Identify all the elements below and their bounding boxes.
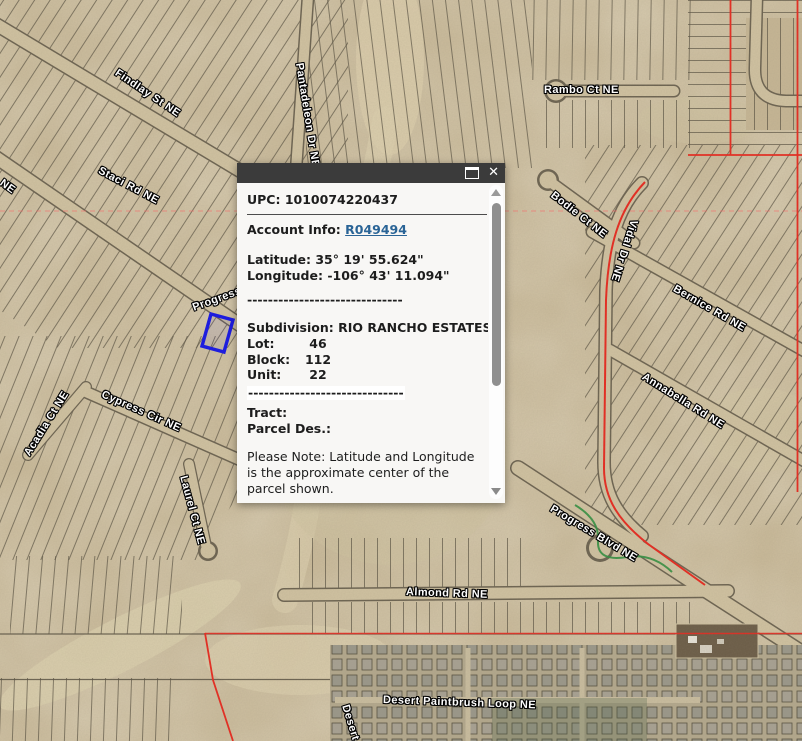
- account-info-link[interactable]: R049494: [345, 222, 407, 237]
- lot-row: Lot: 46: [247, 336, 484, 352]
- parcel-des-label: Parcel Des.:: [247, 420, 331, 436]
- parcel-des-row: Parcel Des.:: [247, 421, 484, 437]
- popup-body: UPC: 1010074220437 Account Info: R049494…: [237, 183, 488, 503]
- subdivision-label: Subdivision:: [247, 320, 334, 335]
- upc-value: 1010074220437: [284, 192, 398, 207]
- unit-label: Unit:: [247, 367, 282, 382]
- tract-row: Tract:: [247, 405, 484, 421]
- latitude-value: 35° 19' 55.624": [315, 252, 424, 267]
- close-icon[interactable]: ✕: [488, 166, 499, 180]
- scroll-up-icon[interactable]: [491, 189, 501, 196]
- block-value: 112: [304, 351, 332, 367]
- tract-label: Tract:: [247, 404, 288, 420]
- parcel-info-popup: ✕ UPC: 1010074220437 Account Info: R0494…: [237, 163, 505, 503]
- account-row: Account Info: R049494: [247, 222, 484, 238]
- popup-scrollbar[interactable]: [489, 185, 503, 499]
- upc-label: UPC:: [247, 192, 281, 207]
- unit-value: 22: [309, 367, 327, 382]
- latitude-row: Latitude: 35° 19' 55.624": [247, 252, 484, 268]
- block-row: Block: 112: [247, 352, 484, 368]
- upc-row: UPC: 1010074220437: [247, 192, 484, 208]
- block-label: Block:: [247, 351, 291, 367]
- scroll-down-icon[interactable]: [491, 488, 501, 495]
- longitude-value: -106° 43' 11.094": [327, 268, 450, 283]
- dashed-separator: ------------------------------: [247, 292, 403, 307]
- unit-row: Unit: 22: [247, 367, 484, 383]
- scrollbar-thumb[interactable]: [491, 203, 501, 386]
- subdivision-value: RIO RANCHO ESTATES: [338, 320, 488, 335]
- popup-titlebar[interactable]: ✕: [237, 163, 505, 183]
- note-text: Please Note: Latitude and Longitude is t…: [247, 448, 475, 496]
- lot-label: Lot:: [247, 336, 275, 351]
- subdivision-row: Subdivision: RIO RANCHO ESTATES: [247, 320, 488, 336]
- divider: [247, 214, 487, 215]
- map-viewport[interactable]: Findlay St NE Pantadeleon Dr NE NE Staci…: [0, 0, 802, 741]
- longitude-label: Longitude:: [247, 268, 323, 283]
- dashed-separator: ------------------------------: [247, 384, 405, 400]
- longitude-row: Longitude: -106° 43' 11.094": [247, 268, 484, 284]
- latitude-label: Latitude:: [247, 252, 311, 267]
- account-label: Account Info:: [247, 222, 341, 237]
- lot-value: 46: [309, 336, 327, 351]
- maximize-icon[interactable]: [465, 167, 480, 179]
